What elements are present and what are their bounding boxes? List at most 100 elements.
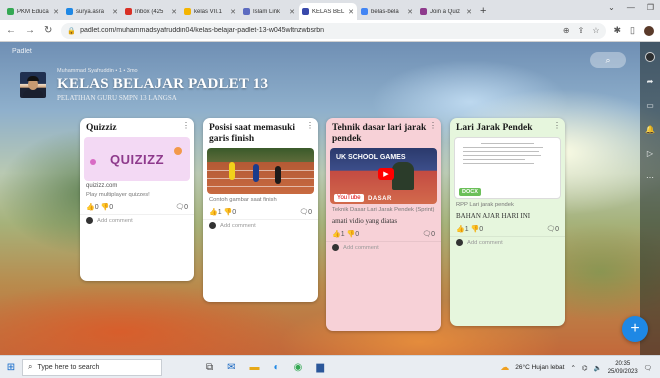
thumbnail-banner: UK SCHOOL GAMES	[336, 154, 406, 161]
add-comment-label[interactable]: Add comment	[343, 245, 379, 251]
add-comment-label[interactable]: Add comment	[220, 223, 256, 229]
reload-icon[interactable]: ↻	[44, 25, 52, 36]
share-icon[interactable]: ➦	[647, 77, 654, 86]
browser-tab[interactable]: Inbox (425 ✕	[122, 3, 180, 20]
taskbar-search-input[interactable]: ⌕ Type here to search	[22, 358, 162, 376]
url-input[interactable]: 🔒 padlet.com/muhammadsyafruddin04/kelas-…	[61, 22, 606, 39]
post-card[interactable]: Quizziz ⋮ QUIZIZZ quizizz.com Play multi…	[80, 118, 194, 281]
chrome-icon[interactable]: ◉	[294, 362, 303, 373]
volume-icon[interactable]: 🔈	[594, 364, 602, 372]
browser-tab[interactable]: kelas VII.1 ✕	[181, 3, 239, 20]
add-comment-label[interactable]: Add comment	[467, 240, 503, 246]
notification-icon[interactable]: 🗨	[644, 364, 652, 372]
windows-start-icon[interactable]: ⊞	[0, 362, 22, 373]
close-icon[interactable]: ✕	[53, 8, 59, 16]
post-card[interactable]: Posisi saat memasuki garis finish ⋮ Cont…	[203, 118, 318, 302]
post-title: Posisi saat memasuki garis finish	[209, 123, 296, 144]
word-icon[interactable]: ▆	[316, 362, 324, 373]
browser-tab[interactable]: belas-bela ✕	[358, 3, 416, 20]
add-comment-field[interactable]: Add comment	[326, 241, 441, 255]
lock-icon[interactable]: 🔒	[67, 27, 76, 35]
add-comment-field[interactable]: Add comment	[80, 214, 194, 228]
thumbs-down-icon[interactable]: 👎	[101, 204, 110, 211]
add-comment-field[interactable]: Add comment	[203, 219, 318, 233]
quizizz-logo: QUIZIZZ	[109, 151, 165, 167]
play-icon[interactable]: ▷	[647, 149, 653, 158]
extensions-icon[interactable]: ✱	[614, 25, 622, 36]
url-text[interactable]: padlet.com/muhammadsyafruddin04/kelas-be…	[80, 27, 563, 34]
install-icon[interactable]: ⊕	[563, 26, 570, 35]
search-button[interactable]: ⌕	[590, 52, 626, 68]
close-icon[interactable]: ✕	[407, 8, 413, 16]
more-icon[interactable]: ⋯	[646, 173, 654, 182]
close-icon[interactable]: ✕	[112, 8, 118, 16]
more-options-icon[interactable]: ⋮	[553, 121, 561, 130]
minimize-icon[interactable]: —	[627, 3, 635, 12]
like-count: 1	[464, 226, 469, 233]
more-options-icon[interactable]: ⋮	[306, 121, 314, 130]
add-comment-label[interactable]: Add comment	[97, 218, 133, 224]
bell-icon[interactable]: 🔔	[645, 125, 655, 134]
task-view-icon[interactable]: ⧉	[206, 362, 213, 373]
slideshow-icon[interactable]: ▭	[646, 101, 654, 110]
post-thumbnail[interactable]: QUIZIZZ	[84, 137, 190, 181]
avatar	[456, 239, 463, 246]
thumbs-up-icon[interactable]: 👍	[86, 204, 95, 211]
video-thumbnail[interactable]: UK SCHOOL GAMES ▶ YouTube DASAR	[330, 148, 437, 204]
pinned-apps: ⧉ ✉ ▬ ◐ ◉ ▆	[206, 362, 324, 373]
maximize-icon[interactable]: ❐	[647, 3, 654, 12]
browser-tab[interactable]: surya.asra ✕	[63, 3, 121, 20]
comment-icon[interactable]: 🗨	[175, 204, 184, 211]
document-thumbnail[interactable]: DOCX	[454, 137, 561, 199]
weather-icon[interactable]: ☁	[500, 362, 509, 373]
forward-icon[interactable]: →	[25, 25, 35, 36]
thumbs-down-icon[interactable]: 👎	[471, 226, 480, 233]
post-thumbnail[interactable]	[207, 148, 314, 194]
add-post-button[interactable]: +	[622, 316, 648, 342]
thumbs-up-icon[interactable]: 👍	[332, 231, 341, 238]
more-options-icon[interactable]: ⋮	[429, 121, 437, 130]
thumbs-down-icon[interactable]: 👎	[224, 209, 233, 216]
address-bar: ← → ↻ 🔒 padlet.com/muhammadsyafruddin04/…	[0, 20, 660, 42]
share-icon[interactable]: ⇪	[578, 26, 585, 35]
close-icon[interactable]: ✕	[171, 8, 177, 16]
folder-icon[interactable]: ▬	[250, 362, 260, 373]
clock[interactable]: 20:35 25/09/2023	[608, 360, 638, 376]
chevron-up-icon[interactable]: ⌃	[570, 364, 575, 372]
link-domain[interactable]: quizizz.com	[80, 181, 194, 189]
browser-tab[interactable]: Join a Quiz ✕	[417, 3, 475, 20]
browser-tab[interactable]: PKM Educa ✕	[4, 3, 62, 20]
post-description: Play multiplayer quizzes!	[86, 192, 150, 198]
star-icon[interactable]: ☆	[592, 26, 599, 35]
edge-icon[interactable]: ◐	[274, 362, 280, 373]
padlet-logo[interactable]: Padlet	[12, 48, 32, 55]
add-comment-field[interactable]: Add comment	[450, 236, 565, 250]
more-options-icon[interactable]: ⋮	[182, 121, 190, 130]
mail-icon[interactable]: ✉	[227, 362, 235, 373]
network-icon[interactable]: ⌬	[582, 364, 588, 372]
profile-avatar[interactable]	[644, 25, 654, 36]
browser-tab-active[interactable]: KELAS BEL ✕	[299, 3, 357, 20]
weather-text[interactable]: 26°C Hujan lebat	[515, 364, 564, 371]
browser-tab[interactable]: Islam Link ✕	[240, 3, 298, 20]
doc-line	[463, 163, 535, 164]
comment-icon[interactable]: 🗨	[422, 231, 431, 238]
thumbs-up-icon[interactable]: 👍	[209, 209, 218, 216]
post-card[interactable]: Lari Jarak Pendek ⋮ DOCX RPP Lari jarak …	[450, 118, 565, 326]
close-icon[interactable]: ✕	[348, 8, 354, 16]
new-tab-button[interactable]: +	[480, 3, 486, 20]
search-icon: ⌕	[28, 362, 33, 371]
thumbs-down-icon[interactable]: 👎	[347, 231, 356, 238]
comment-icon[interactable]: 🗨	[299, 209, 308, 216]
comment-icon[interactable]: 🗨	[546, 226, 555, 233]
close-icon[interactable]: ✕	[289, 8, 295, 16]
post-card[interactable]: Tehnik dasar lari jarak pendek ⋮ UK SCHO…	[326, 118, 441, 331]
chevron-down-icon[interactable]: ⌄	[608, 3, 615, 12]
sidepanel-icon[interactable]: ▯	[630, 25, 635, 36]
close-icon[interactable]: ✕	[466, 8, 472, 16]
back-icon[interactable]: ←	[6, 25, 16, 36]
user-avatar[interactable]	[645, 52, 655, 62]
close-icon[interactable]: ✕	[230, 8, 236, 16]
play-icon[interactable]: ▶	[378, 168, 394, 180]
thumbs-up-icon[interactable]: 👍	[456, 226, 465, 233]
